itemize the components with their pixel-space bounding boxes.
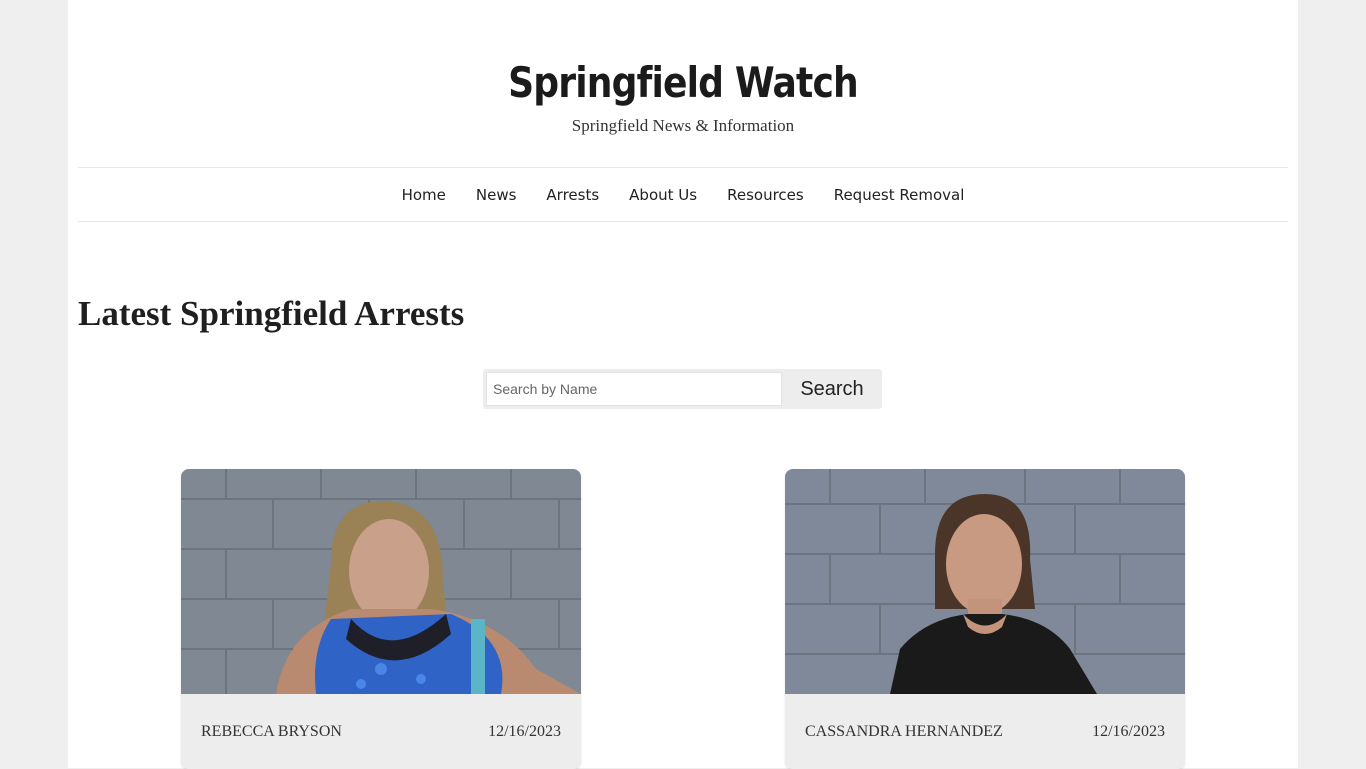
mugshot-photo[interactable] (785, 469, 1185, 694)
arrest-date: 12/16/2023 (1092, 722, 1165, 740)
arrest-card[interactable]: CASSANDRA HERNANDEZ 12/16/2023 (785, 469, 1185, 769)
site-title[interactable]: Springfield Watch (154, 58, 1212, 107)
nav-item-request-removal[interactable]: Request Removal (819, 186, 980, 204)
nav-item-home[interactable]: Home (387, 186, 461, 204)
page-container: Springfield Watch Springfield News & Inf… (68, 0, 1298, 769)
nav-item-about-us[interactable]: About Us (614, 186, 712, 204)
arrestee-name[interactable]: CASSANDRA HERNANDEZ (805, 723, 1003, 741)
search-input[interactable] (486, 372, 782, 406)
nav-item-news[interactable]: News (461, 186, 532, 204)
nav-item-resources[interactable]: Resources (712, 186, 819, 204)
arrestee-name[interactable]: REBECCA BRYSON (201, 723, 342, 741)
mugshot-photo[interactable] (181, 469, 581, 694)
arrest-date: 12/16/2023 (488, 722, 561, 740)
arrest-card[interactable]: REBECCA BRYSON 12/16/2023 (181, 469, 581, 769)
search-form: Search (483, 369, 882, 409)
search-button[interactable]: Search (782, 369, 882, 409)
page-title: Latest Springfield Arrests (78, 294, 465, 333)
main-navigation: Home News Arrests About Us Resources Req… (78, 167, 1288, 222)
site-tagline: Springfield News & Information (571, 116, 795, 135)
card-footer: CASSANDRA HERNANDEZ 12/16/2023 (785, 694, 1185, 769)
nav-item-arrests[interactable]: Arrests (531, 186, 614, 204)
card-footer: REBECCA BRYSON 12/16/2023 (181, 694, 581, 769)
